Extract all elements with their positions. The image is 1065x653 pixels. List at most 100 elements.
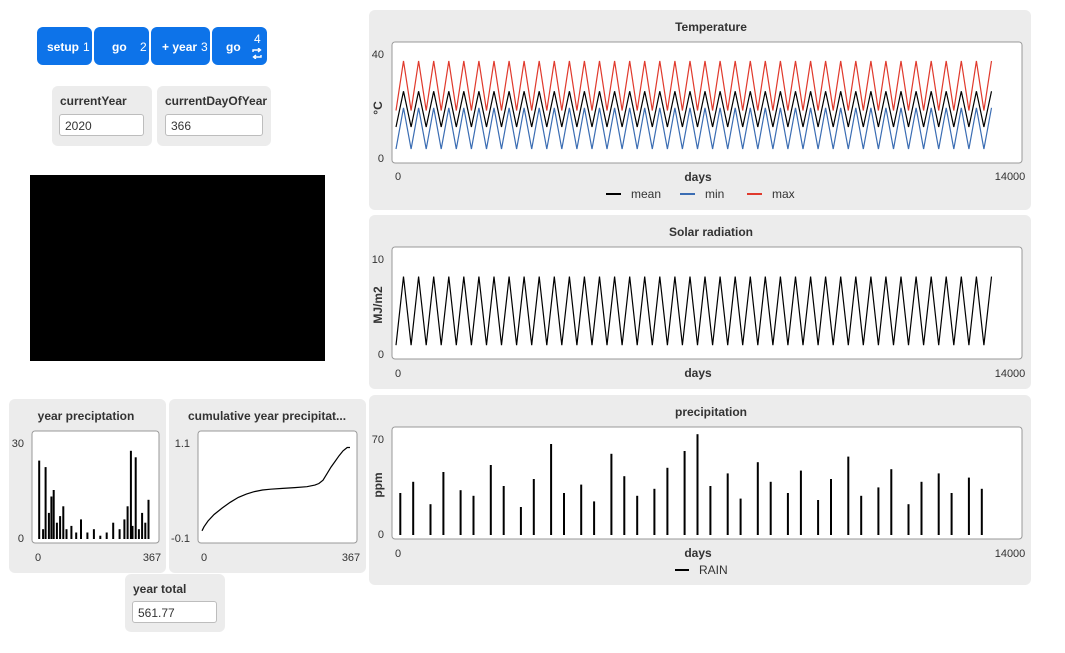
year-precip-xtick-min: 0	[35, 552, 41, 564]
go-once-button[interactable]: go 2	[94, 27, 149, 65]
year_precip-bar	[55, 522, 58, 539]
year-precip-ytick-max: 30	[12, 438, 24, 450]
precipitation-bar	[890, 469, 893, 535]
year_precip-bar	[47, 512, 50, 539]
world-view[interactable]	[30, 175, 325, 361]
temperature-xtick-max: 14000	[995, 171, 1026, 183]
setup-button-key: 1	[83, 40, 90, 54]
year-total-label: year total	[133, 582, 187, 596]
precipitation-title: precipitation	[675, 405, 747, 419]
year_precip-bar	[65, 529, 68, 539]
precipitation-bar	[739, 498, 742, 535]
add-year-button-key: 3	[201, 40, 208, 54]
precipitation-bar	[980, 488, 983, 535]
year_precip-bar	[99, 535, 102, 539]
temperature-xtick-min: 0	[395, 171, 401, 183]
cumulative-plot-area	[197, 430, 358, 544]
year-precip-plot: year preciptation 30 0 0 367	[9, 399, 166, 573]
current-day-value: 366	[165, 114, 263, 136]
year_precip-bar	[59, 516, 62, 539]
precipitation-bar	[502, 486, 505, 535]
solar-xtick-max: 14000	[995, 368, 1026, 380]
precipitation-xtick-max: 14000	[995, 548, 1026, 560]
legend-label-max: max	[772, 187, 795, 201]
precipitation-bar	[830, 479, 832, 535]
solar-xlabel: days	[684, 366, 712, 380]
year-precip-ytick-min: 0	[18, 533, 24, 545]
legend-label-min: min	[705, 187, 724, 201]
temperature-xlabel: days	[684, 170, 712, 184]
go-forever-button[interactable]: go 4	[212, 27, 267, 65]
year_precip-bar	[52, 490, 55, 539]
solar-xtick-min: 0	[395, 368, 401, 380]
year_precip-bar	[42, 529, 45, 539]
precipitation-bar	[726, 473, 729, 535]
cumulative-ytick-max: 1.1	[175, 438, 190, 450]
add-year-button[interactable]: + year 3	[151, 27, 210, 65]
year-precip-xtick-max: 367	[143, 552, 161, 564]
precipitation-bar	[860, 495, 863, 535]
year_precip-bar	[131, 525, 134, 539]
current-year-monitor: currentYear 2020	[52, 86, 152, 146]
year_precip-bar	[137, 529, 140, 539]
precipitation-bar	[532, 479, 535, 535]
precipitation-bar	[937, 473, 940, 535]
solar-title: Solar radiation	[669, 225, 753, 239]
temperature-svg: Temperature 40 0 0 14000 days °C mean mi…	[371, 20, 1026, 201]
year_precip-bar	[129, 450, 132, 539]
legend-label-mean: mean	[631, 187, 661, 201]
year_precip-bar	[38, 460, 41, 539]
solar-plot: Solar radiation 10 0 0 14000 days MJ/m2	[369, 215, 1031, 389]
cumulative-xtick-max: 367	[342, 552, 360, 564]
go-forever-button-label: go	[226, 40, 241, 54]
precipitation-bar	[399, 493, 402, 535]
year_precip-bar	[144, 522, 147, 539]
year_precip-bar	[118, 529, 121, 539]
year-total-value: 561.77	[132, 601, 217, 623]
precipitation-bar	[610, 453, 613, 535]
temperature-plot: Temperature 40 0 0 14000 days °C mean mi…	[369, 10, 1031, 210]
precipitation-bar	[519, 507, 522, 535]
precipitation-bar	[412, 481, 415, 535]
precipitation-bar	[696, 434, 699, 535]
solar-ylabel: MJ/m2	[371, 286, 385, 324]
precipitation-bar	[769, 481, 772, 535]
add-year-button-label: + year	[162, 40, 198, 54]
year-precip-title: year preciptation	[38, 409, 135, 423]
precipitation-ytick-min: 0	[378, 529, 384, 541]
year_precip-bar	[141, 512, 144, 539]
repeat-icon	[252, 48, 262, 59]
cumulative-title: cumulative year precipitat...	[188, 409, 346, 423]
year_precip-bar	[70, 525, 73, 539]
precipitation-bar	[429, 504, 432, 535]
precipitation-bar	[563, 493, 565, 535]
current-day-label: currentDayOfYear	[165, 94, 268, 108]
year_precip-bar	[44, 467, 47, 539]
precipitation-bar	[580, 484, 583, 535]
precipitation-bar	[653, 488, 656, 535]
precipitation-bar	[967, 477, 970, 535]
current-day-monitor: currentDayOfYear 366	[157, 86, 271, 146]
precipitation-bar	[877, 487, 880, 535]
precipitation-plot: precipitation 70 0 0 14000 days ppm RAIN	[369, 395, 1031, 585]
year_precip-bar	[86, 532, 89, 539]
cumulative-ytick-min: -0.1	[171, 533, 190, 545]
solar-svg: Solar radiation 10 0 0 14000 days MJ/m2	[371, 225, 1026, 380]
precipitation-bar	[593, 501, 596, 535]
cumulative-xtick-min: 0	[201, 552, 207, 564]
go-once-button-label: go	[112, 40, 127, 54]
current-year-label: currentYear	[60, 94, 127, 108]
setup-button-label: setup	[47, 40, 80, 54]
precipitation-xtick-min: 0	[395, 548, 401, 560]
precipitation-bar	[920, 481, 923, 535]
temperature-title: Temperature	[675, 20, 747, 34]
year_precip-bar	[147, 499, 150, 539]
precipitation-bar	[709, 486, 712, 535]
precipitation-bar	[950, 493, 953, 535]
year_precip-bar	[134, 457, 137, 539]
precipitation-bar	[489, 465, 492, 535]
precipitation-plot-area	[391, 426, 1023, 540]
solar-ytick-min: 0	[378, 349, 384, 361]
precipitation-bar	[472, 495, 475, 535]
setup-button[interactable]: setup 1	[37, 27, 92, 65]
